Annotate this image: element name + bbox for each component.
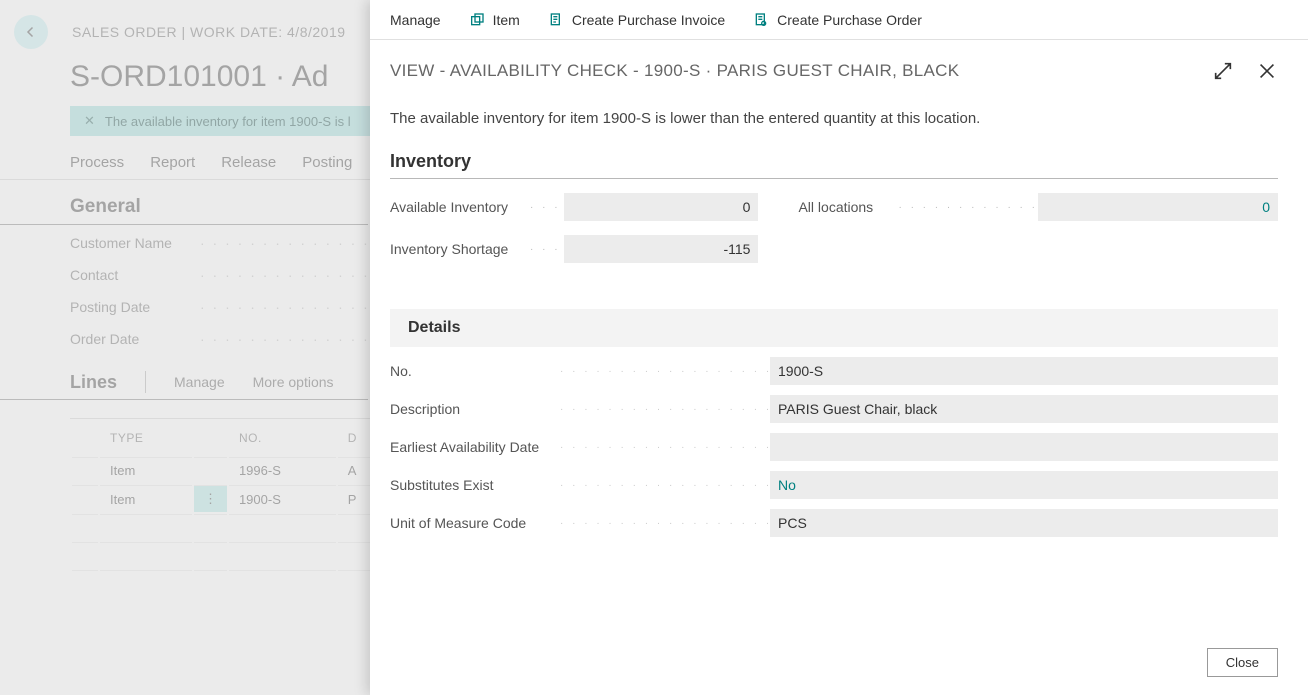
close-icon[interactable]	[1256, 60, 1278, 82]
action-process[interactable]: Process	[70, 154, 124, 171]
lines-manage[interactable]: Manage	[174, 374, 225, 390]
item-icon	[469, 12, 485, 28]
posting-date-label: Posting Date	[70, 299, 200, 315]
action-posting[interactable]: Posting	[302, 154, 352, 171]
create-purchase-invoice-label: Create Purchase Invoice	[572, 12, 725, 28]
dots: · · · · · · · · · · · · · · · ·	[200, 331, 395, 347]
back-button[interactable]	[14, 15, 48, 49]
invoice-icon	[548, 12, 564, 28]
back-arrow-icon	[22, 23, 40, 41]
manage-menu[interactable]: Manage	[390, 12, 441, 28]
substitutes-exist-value[interactable]: No	[770, 471, 1278, 499]
create-purchase-order-button[interactable]: Create Purchase Order	[753, 12, 922, 28]
description-label: Description	[390, 401, 560, 417]
dots: · · · · · · · · · · · · · ·	[200, 235, 370, 251]
notification-text: The available inventory for item 1900-S …	[105, 114, 351, 129]
modal-action-bar: Manage Item Create Purchase Invoice Crea…	[370, 0, 1308, 40]
table-row[interactable]	[72, 542, 388, 568]
create-purchase-invoice-button[interactable]: Create Purchase Invoice	[548, 12, 725, 28]
description-value: PARIS Guest Chair, black	[770, 395, 1278, 423]
inventory-shortage-label: Inventory Shortage	[390, 241, 530, 257]
create-purchase-order-label: Create Purchase Order	[777, 12, 922, 28]
item-label: Item	[493, 12, 520, 28]
earliest-availability-value	[770, 433, 1278, 461]
col-type[interactable]: TYPE	[100, 421, 192, 455]
dots: · · · · · · · · · · · · · · ·	[200, 299, 382, 315]
inventory-shortage-value: -115	[564, 235, 758, 263]
contact-label: Contact	[70, 267, 200, 283]
table-row[interactable]	[72, 514, 388, 540]
availability-message: The available inventory for item 1900-S …	[390, 82, 1278, 143]
action-report[interactable]: Report	[150, 154, 195, 171]
all-locations-label: All locations	[798, 199, 898, 215]
availability-check-panel: Manage Item Create Purchase Invoice Crea…	[370, 0, 1308, 695]
table-row[interactable]	[72, 570, 388, 596]
expand-icon[interactable]	[1212, 60, 1234, 82]
row-selector-icon[interactable]: ⋮	[194, 485, 227, 512]
no-label: No.	[390, 363, 560, 379]
lines-section-title: Lines	[70, 372, 117, 393]
manage-label: Manage	[390, 12, 441, 28]
col-no[interactable]: NO.	[229, 421, 336, 455]
action-release[interactable]: Release	[221, 154, 276, 171]
no-value: 1900-S	[770, 357, 1278, 385]
close-button[interactable]: Close	[1207, 648, 1278, 677]
all-locations-value[interactable]: 0	[1038, 193, 1278, 221]
table-row[interactable]: Item ⋮ 1900-S P	[72, 485, 388, 512]
details-section-title: Details	[390, 309, 1278, 347]
customer-name-label: Customer Name	[70, 235, 200, 251]
order-icon	[753, 12, 769, 28]
earliest-availability-label: Earliest Availability Date	[390, 439, 560, 455]
item-button[interactable]: Item	[469, 12, 520, 28]
close-icon[interactable]: ✕	[84, 113, 95, 129]
lines-more-options[interactable]: More options	[253, 374, 334, 390]
inventory-section-title: Inventory	[390, 143, 1278, 179]
substitutes-exist-label: Substitutes Exist	[390, 477, 560, 493]
order-date-label: Order Date	[70, 331, 200, 347]
table-row[interactable]: Item 1996-S A	[72, 457, 388, 483]
uom-value: PCS	[770, 509, 1278, 537]
modal-view-title: VIEW - AVAILABILITY CHECK - 1900-S · PAR…	[390, 61, 959, 81]
available-inventory-label: Available Inventory	[390, 199, 530, 215]
uom-label: Unit of Measure Code	[390, 515, 560, 531]
divider	[145, 371, 146, 393]
lines-table: TYPE NO. D Item 1996-S A Item ⋮	[70, 418, 390, 598]
section-general: General	[0, 180, 368, 225]
breadcrumb: SALES ORDER | WORK DATE: 4/8/2019	[72, 24, 346, 40]
available-inventory-value: 0	[564, 193, 758, 221]
